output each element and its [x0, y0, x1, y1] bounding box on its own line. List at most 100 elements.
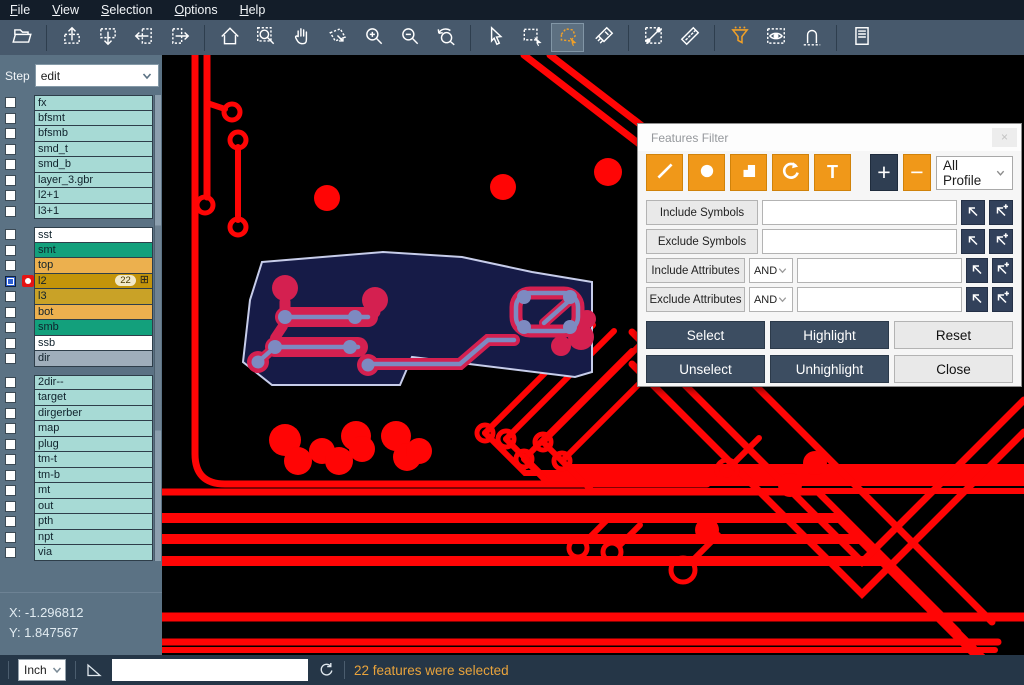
- include-attributes-button[interactable]: Include Attributes: [646, 258, 745, 283]
- layer-label[interactable]: out: [34, 499, 153, 515]
- layer-row-l2[interactable]: l222⊞: [0, 274, 162, 290]
- layer-checkbox[interactable]: [5, 392, 16, 403]
- zoom-out-button[interactable]: [393, 23, 426, 52]
- layer-checkbox[interactable]: [5, 128, 16, 139]
- layer-label[interactable]: pth: [34, 514, 153, 530]
- measure-line-button[interactable]: [637, 23, 670, 52]
- layer-row-npt[interactable]: npt: [0, 530, 162, 546]
- layer-checkbox[interactable]: [5, 532, 16, 543]
- unselect-button[interactable]: Unselect: [646, 355, 765, 383]
- features-filter-button[interactable]: [723, 23, 756, 52]
- layer-label[interactable]: tm-t: [34, 452, 153, 468]
- layer-checkbox[interactable]: [5, 276, 16, 287]
- layer-checkbox[interactable]: [5, 485, 16, 496]
- pan-down-button[interactable]: [91, 23, 124, 52]
- layer-row-bfsmt[interactable]: bfsmt: [0, 111, 162, 127]
- layer-label[interactable]: npt: [34, 530, 153, 546]
- layer-label[interactable]: target: [34, 390, 153, 406]
- layer-label[interactable]: smt: [34, 243, 153, 259]
- layer-label[interactable]: l3: [34, 289, 153, 305]
- measure-ruler-button[interactable]: [673, 23, 706, 52]
- select-arrow-button[interactable]: [479, 23, 512, 52]
- exclude-attributes-operator-select[interactable]: AND: [749, 287, 793, 312]
- layer-label[interactable]: top: [34, 258, 153, 274]
- layer-row-l2+1[interactable]: l2+1: [0, 188, 162, 204]
- layer-row-pth[interactable]: pth: [0, 514, 162, 530]
- include-attributes-pick-add-button[interactable]: [992, 258, 1013, 283]
- layer-row-smd_b[interactable]: smd_b: [0, 157, 162, 173]
- attributes-grid-icon[interactable]: ⊞: [140, 275, 149, 286]
- layer-row-l3+1[interactable]: l3+1: [0, 204, 162, 220]
- layer-row-smb[interactable]: smb: [0, 320, 162, 336]
- layer-label[interactable]: smb: [34, 320, 153, 336]
- layer-label[interactable]: via: [34, 545, 153, 561]
- include-attributes-operator-select[interactable]: AND: [749, 258, 793, 283]
- layer-label[interactable]: plug: [34, 437, 153, 453]
- exclude-symbols-button[interactable]: Exclude Symbols: [646, 229, 758, 254]
- step-select[interactable]: edit: [35, 64, 159, 87]
- layer-checkbox[interactable]: [5, 307, 16, 318]
- layer-checkbox[interactable]: [5, 245, 16, 256]
- menu-help[interactable]: Help: [240, 3, 266, 17]
- layer-label[interactable]: smd_b: [34, 157, 153, 173]
- layer-checkbox[interactable]: [5, 97, 16, 108]
- layer-label[interactable]: bfsmt: [34, 111, 153, 127]
- exclude-attributes-input[interactable]: [797, 287, 962, 312]
- layer-checkbox[interactable]: [5, 547, 16, 558]
- include-attributes-input[interactable]: [797, 258, 962, 283]
- layer-checkbox[interactable]: [5, 190, 16, 201]
- layer-label[interactable]: mt: [34, 483, 153, 499]
- layer-label[interactable]: l3+1: [34, 204, 153, 220]
- feature-type-arc-button[interactable]: [772, 154, 809, 191]
- layer-checkbox[interactable]: [5, 338, 16, 349]
- layer-row-mt[interactable]: mt: [0, 483, 162, 499]
- highlight-button[interactable]: Highlight: [770, 321, 889, 349]
- dialog-title-bar[interactable]: Features Filter ×: [638, 124, 1021, 151]
- layer-row-2dir--[interactable]: 2dir--: [0, 375, 162, 391]
- layer-row-smd_t[interactable]: smd_t: [0, 142, 162, 158]
- layer-row-top[interactable]: top: [0, 258, 162, 274]
- layer-checkbox[interactable]: [5, 501, 16, 512]
- snap-magnet-button[interactable]: [795, 23, 828, 52]
- zoom-area-button[interactable]: [321, 23, 354, 52]
- exclude-symbols-pick-button[interactable]: [961, 229, 985, 254]
- layer-checkbox[interactable]: [5, 408, 16, 419]
- layer-row-via[interactable]: via: [0, 545, 162, 561]
- layer-checkbox[interactable]: [5, 377, 16, 388]
- include-symbols-pick-add-button[interactable]: [989, 200, 1013, 225]
- layer-label[interactable]: smd_t: [34, 142, 153, 158]
- feature-type-pad-button[interactable]: [688, 154, 725, 191]
- command-input[interactable]: [112, 659, 308, 681]
- pan-up-button[interactable]: [55, 23, 88, 52]
- menu-view[interactable]: View: [52, 3, 79, 17]
- pan-right-button[interactable]: [163, 23, 196, 52]
- layer-label[interactable]: l2+1: [34, 188, 153, 204]
- unit-select[interactable]: Inch: [18, 659, 66, 681]
- layer-checkbox[interactable]: [5, 470, 16, 481]
- layer-row-out[interactable]: out: [0, 499, 162, 515]
- layer-row-fx[interactable]: fx: [0, 95, 162, 111]
- layer-row-sst[interactable]: sst: [0, 227, 162, 243]
- layer-row-plug[interactable]: plug: [0, 437, 162, 453]
- exclude-attributes-pick-add-button[interactable]: [992, 287, 1013, 312]
- layer-row-ssb[interactable]: ssb: [0, 336, 162, 352]
- reset-button[interactable]: Reset: [894, 321, 1013, 349]
- layer-label[interactable]: dir: [34, 351, 153, 367]
- layer-checkbox[interactable]: [5, 260, 16, 271]
- rect-select-button[interactable]: [515, 23, 548, 52]
- profile-select[interactable]: All Profile: [936, 156, 1013, 190]
- include-symbols-input[interactable]: [762, 200, 957, 225]
- remove-filter-button[interactable]: −: [903, 154, 931, 191]
- polygon-select-button[interactable]: [551, 23, 584, 52]
- layer-row-smt[interactable]: smt: [0, 243, 162, 259]
- zoom-previous-button[interactable]: [429, 23, 462, 52]
- menu-file[interactable]: File: [10, 3, 30, 17]
- layer-label[interactable]: tm-b: [34, 468, 153, 484]
- feature-type-line-button[interactable]: [646, 154, 683, 191]
- layer-row-tm-t[interactable]: tm-t: [0, 452, 162, 468]
- layer-checkbox[interactable]: [5, 439, 16, 450]
- layer-checkbox[interactable]: [5, 322, 16, 333]
- layer-checkbox[interactable]: [5, 113, 16, 124]
- exclude-symbols-input[interactable]: [762, 229, 957, 254]
- layer-label[interactable]: l222⊞: [34, 274, 153, 290]
